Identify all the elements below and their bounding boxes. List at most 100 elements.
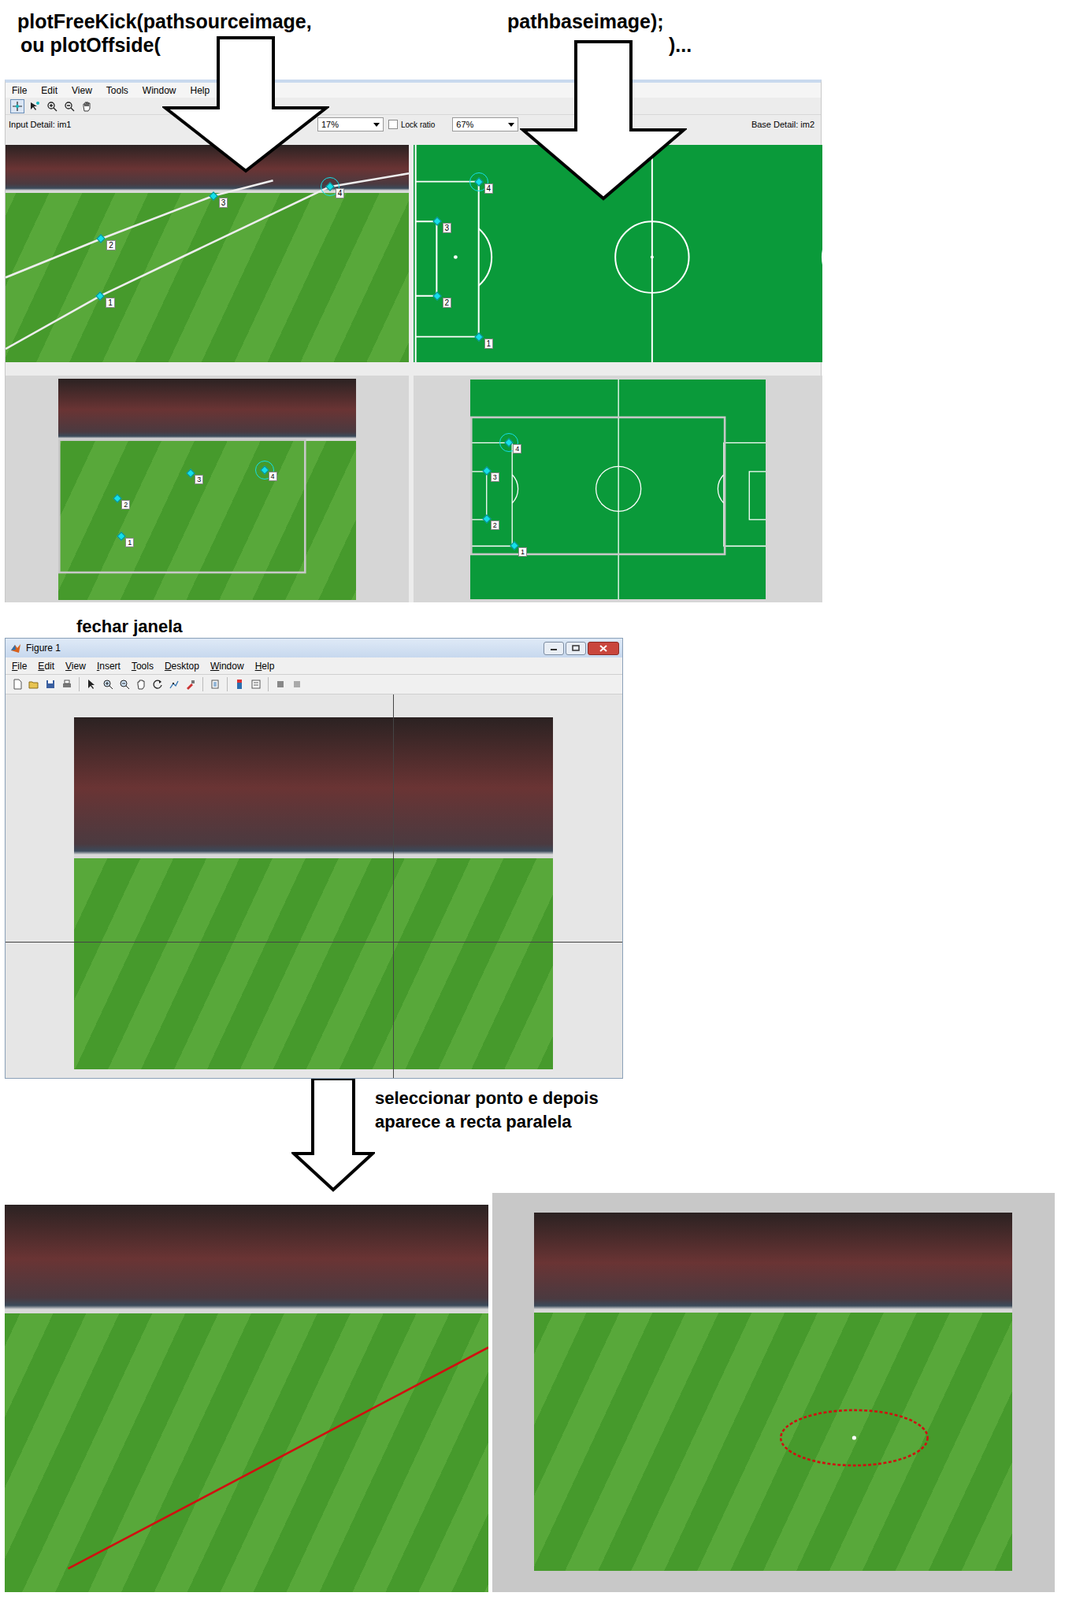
tool-button[interactable]	[289, 677, 305, 692]
maximize-icon[interactable]	[565, 641, 587, 656]
zoom-out-icon	[63, 100, 75, 112]
lock-ratio-checkbox[interactable]: Lock ratio	[388, 118, 435, 131]
point-label: 4	[484, 183, 494, 194]
point-label: 3	[218, 197, 229, 208]
close-icon[interactable]	[587, 641, 620, 656]
rotate-icon	[152, 678, 164, 691]
brush-icon	[185, 678, 197, 691]
dropdown-arrow-icon	[373, 122, 380, 127]
tool-button[interactable]	[207, 677, 223, 692]
open-folder-icon	[28, 678, 40, 691]
point-label: 1	[105, 297, 116, 308]
menu-item[interactable]: Edit	[37, 659, 55, 674]
checkbox-box[interactable]	[388, 119, 398, 130]
base-zoom-dropdown[interactable]: 67%	[452, 117, 519, 133]
point-label: 1	[125, 538, 134, 548]
menu-item[interactable]: View	[65, 659, 86, 674]
dropdown-arrow-icon	[508, 122, 515, 127]
toolbar	[5, 674, 623, 695]
menu-item[interactable]: Insert	[96, 659, 121, 674]
input-zoom-dropdown[interactable]: 17%	[317, 117, 384, 133]
point-marker-icon	[259, 465, 269, 475]
menu-item[interactable]: Help	[255, 659, 275, 674]
toolbar-separator	[267, 677, 269, 692]
tool-button[interactable]	[59, 677, 75, 692]
freekick-result-image	[534, 1213, 1013, 1572]
menu-item[interactable]: Help	[190, 83, 211, 98]
tool-button[interactable]	[43, 677, 58, 692]
legend-icon	[250, 678, 262, 691]
point-marker-icon	[474, 332, 483, 342]
tool-button[interactable]	[232, 677, 247, 692]
menu-item[interactable]: View	[71, 83, 93, 98]
menu-bar: File Edit View Insert Tools Desktop Window Help	[5, 657, 623, 675]
tool-button[interactable]	[100, 677, 116, 692]
point-label: 4	[268, 471, 278, 482]
zoom-in-icon	[46, 100, 58, 112]
toolbar-separator	[78, 677, 80, 692]
input-overview-panel: 1234	[5, 375, 409, 603]
menu-item[interactable]: Window	[142, 83, 177, 98]
tool-button[interactable]	[150, 677, 165, 692]
select-point-icon	[29, 100, 41, 112]
base-overview-image[interactable]: 1234	[470, 379, 766, 600]
base-detail-image[interactable]: 1234	[413, 144, 823, 363]
window-title: Figure 1	[25, 641, 61, 656]
save-icon	[44, 678, 56, 691]
tool-button[interactable]	[183, 677, 198, 692]
show-tools-icon	[291, 678, 303, 691]
tool-button[interactable]	[117, 677, 132, 692]
crosshair-horizontal	[5, 942, 623, 943]
annotation-text: ou plotOffside(	[0, 33, 508, 57]
distance-circle-icon	[534, 1213, 1013, 1572]
figure-window: Figure 1 File Edit View Insert Tools Desktop W…	[4, 638, 624, 1080]
tool-button[interactable]	[26, 677, 41, 692]
annotation-text: plotFreeKick(pathsourceimage,	[0, 9, 508, 34]
offside-line-icon	[4, 1205, 489, 1593]
zoom-out-icon	[118, 678, 130, 691]
menu-item[interactable]: Window	[210, 659, 245, 674]
input-detail-image[interactable]: 1234	[5, 144, 409, 363]
menu-item[interactable]: File	[11, 83, 27, 98]
menu-item[interactable]: Tools	[131, 659, 154, 674]
point-label: 3	[442, 222, 453, 234]
tool-button[interactable]	[84, 677, 99, 692]
tool-button[interactable]	[248, 677, 264, 692]
tool-button[interactable]	[166, 677, 182, 692]
tool-button[interactable]	[10, 677, 25, 692]
menu-item[interactable]: Edit	[40, 83, 58, 98]
point-label: 2	[442, 297, 453, 308]
figure-axes[interactable]	[5, 694, 623, 1079]
tool-button[interactable]	[273, 677, 288, 692]
menu-item[interactable]: Tools	[106, 83, 129, 98]
tool-button[interactable]	[10, 99, 25, 114]
tool-button[interactable]	[62, 99, 77, 114]
cpselect-window: FileEditViewToolsWindowHelp Input Detail…	[4, 79, 822, 603]
zoom-value: 17%	[321, 118, 339, 132]
tool-button[interactable]	[44, 99, 60, 114]
point-label: 1	[518, 547, 527, 557]
annotation-text: pathbaseimage);	[507, 9, 1076, 34]
colorbar-icon	[233, 678, 245, 691]
title-bar: Figure 1	[5, 638, 623, 658]
add-point-icon	[11, 100, 23, 112]
minimize-icon[interactable]	[543, 641, 564, 656]
tool-button[interactable]	[27, 99, 42, 114]
pitch-lines-icon	[5, 144, 409, 363]
base-overview-panel: 1234	[413, 375, 823, 603]
tool-button[interactable]	[133, 677, 149, 692]
crosshair-vertical	[393, 694, 394, 1079]
pan-icon	[135, 678, 147, 691]
pitch-diagram-icon	[413, 144, 823, 363]
menu-item[interactable]: Desktop	[164, 659, 200, 674]
point-marker-icon	[96, 291, 105, 301]
menu-item[interactable]: File	[11, 659, 27, 674]
zoom-value: 67%	[456, 118, 474, 132]
point-label: 2	[106, 240, 116, 251]
freekick-result-panel	[492, 1193, 1055, 1593]
input-overview-image[interactable]: 1234	[58, 378, 357, 601]
point-label: 3	[490, 472, 500, 483]
tool-button[interactable]	[79, 99, 94, 114]
point-marker-icon	[432, 216, 442, 226]
annotation-header: plotFreeKick(pathsourceimage, pathbaseim…	[0, 0, 1076, 80]
